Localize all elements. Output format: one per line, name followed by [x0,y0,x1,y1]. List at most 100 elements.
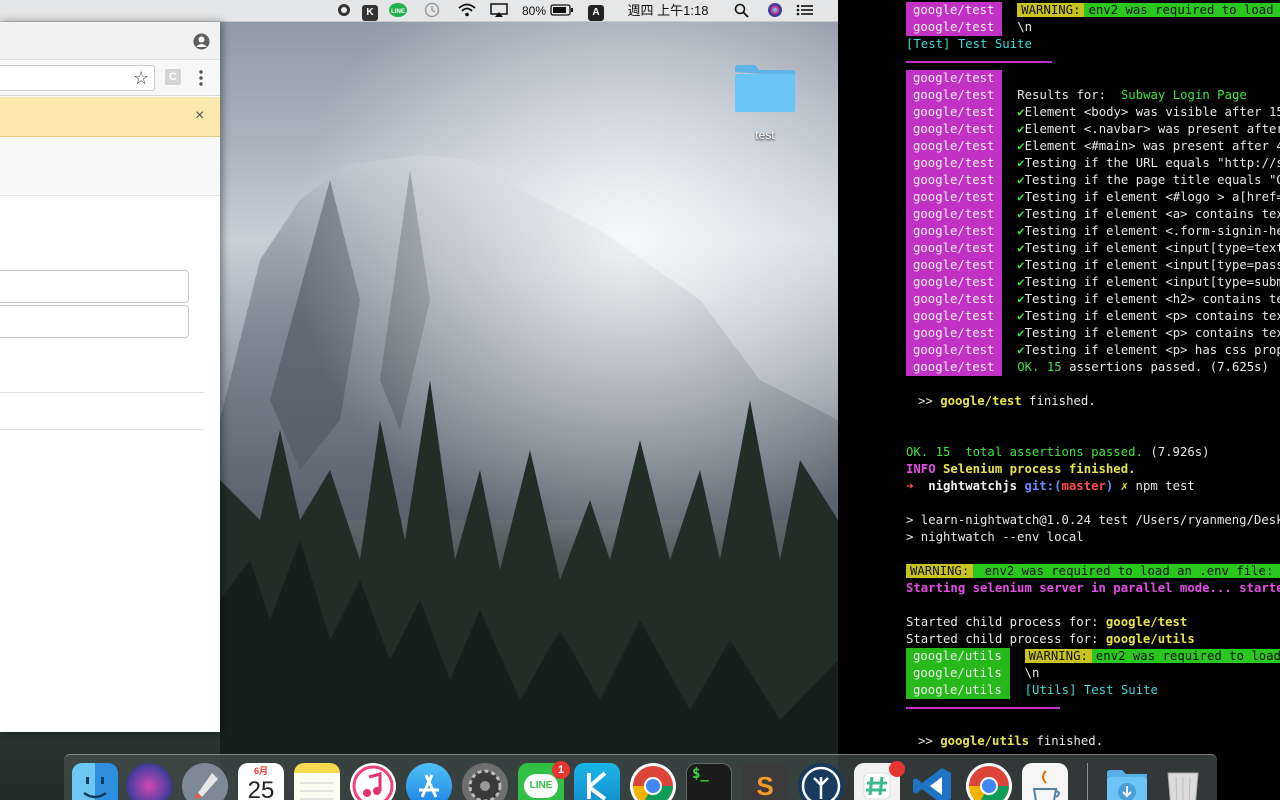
test-result-line: google/test ✔Testing if the page title e… [906,172,1280,189]
test-result-text: Testing if element <input[type=passwo [1024,258,1280,272]
suite-title: [Utils] Test Suite [1024,683,1158,697]
check-icon: ✔ [1017,292,1025,306]
battery-icon[interactable] [550,2,574,20]
check-icon: ✔ [1017,173,1025,187]
chrome-tab-bar [0,22,220,60]
terminal-tag: google/test [906,257,1003,274]
vscode-icon[interactable] [910,763,956,800]
test-result-text: Testing if element <p> contains text [1024,309,1280,323]
terminal-tag: google/utils [906,665,1010,682]
test-result-line: google/test ✔Element <body> was visible … [906,104,1280,121]
page-divider [0,429,204,430]
terminal-tag: google/utils [906,648,1010,665]
prompt-git: git:( [1024,479,1062,493]
menubar-clock[interactable]: 週四 上午1:18 [623,2,713,20]
check-icon: ✔ [1017,190,1025,204]
desktop-folder[interactable]: test [733,62,797,142]
total-assertions: OK. 15 total assertions passed. [906,445,1143,459]
prompt-arrow: ➜ [906,479,914,493]
sublime-text-icon[interactable]: S [742,763,788,800]
launchpad-icon[interactable] [182,763,228,800]
system-preferences-icon[interactable] [462,763,508,800]
line-app-label: LINE [524,774,558,798]
prompt-command: npm test [1135,479,1195,493]
java-icon[interactable] [1022,763,1068,800]
separator-rule [906,61,1052,63]
trash-icon[interactable] [1160,763,1206,800]
test-result-line: google/test ✔Testing if element <#logo >… [906,189,1280,206]
terminal-tag: google/test [906,2,1003,19]
folder-label: test [755,128,775,142]
password-input[interactable] [0,305,189,338]
terminal-tag: google/test [906,70,1003,87]
test-result-text: Element <body> was visible after 156 [1024,105,1280,119]
terminal-tag: google/test [906,189,1003,206]
test-result-text: Testing if element <a> contains text [1024,207,1280,221]
terminal-tag: google/test [906,308,1003,325]
terminal-text: \n [1024,666,1040,680]
chrome-infobar: × [0,97,220,137]
dock: 6月 25 LINE 1 $_ S [64,754,1217,800]
check-icon: ✔ [1017,139,1025,153]
slack-badge [889,761,905,777]
page-divider [0,392,204,393]
app-store-icon[interactable] [406,763,452,800]
line-badge: 1 [552,761,570,779]
itunes-icon[interactable] [350,763,396,800]
siri-icon[interactable] [766,2,784,20]
test-result-text: Element <#main> was present after 46 [1024,139,1280,153]
terminal-tag: google/test [906,274,1003,291]
chrome-canary-icon[interactable] [966,763,1012,800]
total-time: (7.926s) [1142,445,1210,459]
username-input[interactable] [0,270,189,303]
chrome-menu-icon[interactable] [197,69,205,92]
notes-icon[interactable] [294,763,340,800]
address-bar[interactable]: ☆ [0,65,155,91]
app-k-status-icon[interactable]: K [362,2,378,21]
wifi-icon[interactable] [457,2,477,20]
folder-icon [733,65,797,118]
profile-avatar-icon[interactable] [193,33,210,55]
bookmark-star-icon[interactable]: ☆ [133,68,149,88]
line-status-icon[interactable]: LINE [388,2,408,20]
infobar-close-button[interactable]: × [195,107,204,125]
test-result-line: google/test ✔Testing if the URL equals "… [906,155,1280,172]
terminal-tag: google/test [906,342,1003,359]
menu-bar: K LINE 80% A 週四 上午1:18 [0,0,838,22]
check-icon: ✔ [1017,309,1025,323]
test-result-line: google/test ✔Testing if element <a> cont… [906,206,1280,223]
test-result-line: google/test ✔Testing if element <p> cont… [906,325,1280,342]
chrome-icon[interactable] [630,763,676,800]
finder-icon[interactable] [72,763,118,800]
finished-suite: google/utils [940,734,1030,748]
prompt-directory: nightwatchjs [928,479,1018,493]
info-message: Selenium process finished. [935,462,1136,476]
kite-app-icon[interactable] [574,763,620,800]
warning-label: WARNING: [1024,649,1092,663]
terminal-app-icon[interactable]: $_ [686,763,732,800]
check-icon: ✔ [1017,207,1025,221]
time-machine-icon[interactable] [423,2,441,20]
input-method-indicator[interactable]: A [588,2,604,21]
airplay-icon[interactable] [489,2,509,20]
spotlight-search-icon[interactable] [733,2,751,20]
terminal-tag: google/test [906,138,1003,155]
terminal-window[interactable]: google/test WARNING: env2 was required to… [838,0,1280,800]
sourcetree-icon[interactable] [798,763,844,800]
info-label: INFO [906,462,936,476]
prompt-dirty: ✗ [1120,479,1129,493]
test-result-text: Element <.navbar> was present after 2 [1024,122,1280,136]
cloud-status-icon[interactable] [336,2,352,20]
test-result-text: Testing if the page title equals "One [1024,173,1280,187]
finished-suite: google/test [940,394,1022,408]
downloads-folder-icon[interactable] [1104,763,1150,800]
warning-message: env2 was required to load an .env file: [973,564,1280,578]
test-result-line: google/test ✔Testing if element <h2> con… [906,291,1280,308]
calendar-icon[interactable]: 6月 25 [238,763,284,800]
warning-message: env2 was required to load a [1084,3,1280,17]
finished-prefix: >> [918,734,941,748]
extension-c-icon[interactable]: C [165,69,181,85]
notification-center-icon[interactable] [795,2,815,20]
siri-icon[interactable] [126,763,172,800]
child-process-name: google/test [1105,615,1188,629]
